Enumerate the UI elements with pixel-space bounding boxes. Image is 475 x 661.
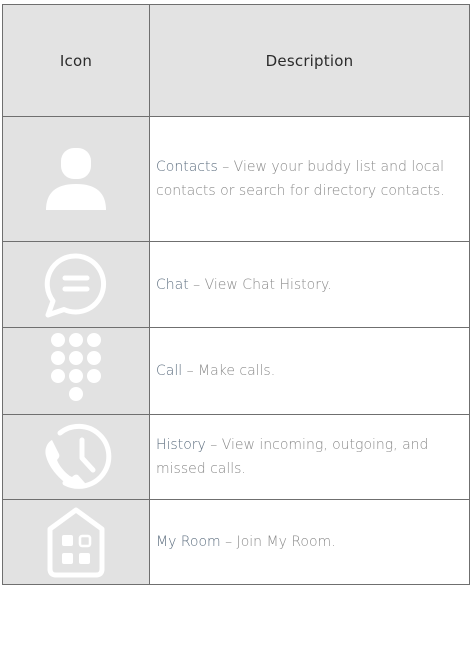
icon-description-table: Icon Description Contacts – View your bu…: [2, 4, 470, 585]
my-room-house-icon: [47, 507, 105, 578]
table-row-history: History – View incoming, outgoing, and m…: [2, 414, 470, 500]
table-header-row: Icon Description: [2, 4, 470, 117]
dialpad-icon: [51, 333, 101, 401]
feature-name: Chat: [156, 276, 189, 293]
table-row-contacts: Contacts – View your buddy list and loca…: [2, 116, 470, 242]
icon-cell-history: [2, 414, 150, 500]
feature-name: My Room: [156, 534, 221, 550]
chat-bubble-icon: [44, 252, 107, 317]
table-row-call: Call – Make calls.: [2, 327, 470, 415]
feature-description: Make calls.: [198, 363, 276, 379]
icon-cell-my-room: [2, 499, 150, 585]
history-clock-phone-icon: [45, 423, 112, 489]
icon-cell-chat: [2, 241, 150, 328]
feature-description: View Chat History.: [204, 276, 332, 293]
table-row-chat: Chat – View Chat History.: [2, 241, 470, 328]
description-call: Call – Make calls.: [149, 327, 470, 415]
description-history: History – View incoming, outgoing, and m…: [149, 414, 470, 500]
description-contacts: Contacts – View your buddy list and loca…: [149, 116, 470, 242]
header-description: Description: [149, 4, 470, 117]
feature-name: Contacts: [156, 159, 218, 175]
icon-cell-contacts: [2, 116, 150, 242]
feature-description: Join My Room.: [236, 534, 336, 550]
contacts-person-icon: [46, 148, 106, 210]
description-chat: Chat – View Chat History.: [149, 241, 470, 328]
description-my-room: My Room – Join My Room.: [149, 499, 470, 585]
icon-cell-call: [2, 327, 150, 415]
feature-name: History: [156, 437, 206, 453]
feature-name: Call: [156, 363, 183, 379]
header-icon: Icon: [2, 4, 150, 117]
table-row-my-room: My Room – Join My Room.: [2, 499, 470, 585]
